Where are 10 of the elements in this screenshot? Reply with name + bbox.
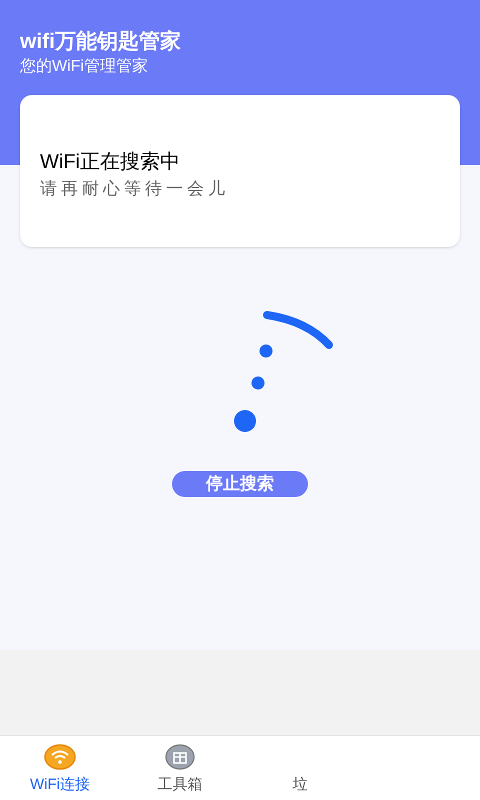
gift-box-icon: [165, 744, 195, 770]
tab-item[interactable]: 垃: [240, 736, 360, 800]
wifi-icon: [44, 744, 76, 770]
tab-item[interactable]: 工具箱: [120, 736, 240, 800]
app-title: wifi万能钥匙管家: [20, 28, 182, 55]
tab-item[interactable]: WiFi连接: [0, 736, 120, 800]
status-title: WiFi正在搜索中: [40, 150, 181, 175]
stop-search-button[interactable]: 停止搜索: [172, 471, 308, 497]
app-subtitle: 您的WiFi管理管家: [20, 56, 149, 77]
status-message: 请再耐心等待一会儿: [40, 178, 230, 200]
